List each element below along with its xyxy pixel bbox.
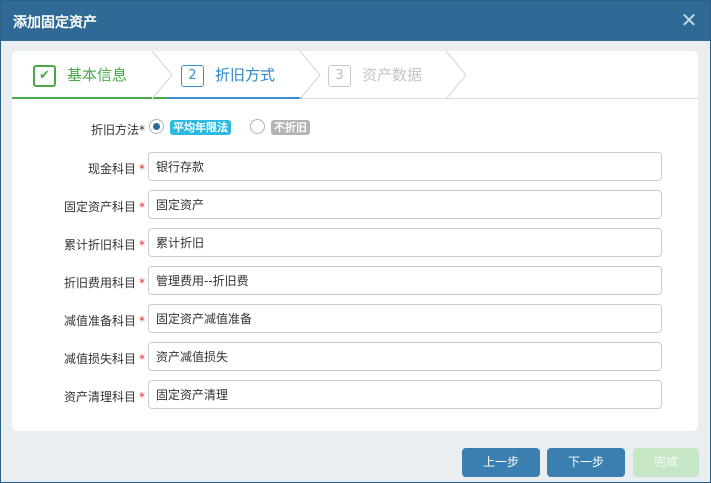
step-label: 基本信息 xyxy=(67,66,128,84)
dialog-footer: 上一步 下一步 完成 xyxy=(1,441,710,483)
field-label: 折旧方法* xyxy=(90,123,145,137)
form-row: 资产清理科目 * xyxy=(12,380,698,410)
finish-button[interactable]: 完成 xyxy=(633,448,699,477)
field-label: 累计折旧科目 * xyxy=(63,238,145,252)
prev-step-button[interactable]: 上一步 xyxy=(462,448,540,477)
step-depreciation[interactable]: 2 折旧方式 xyxy=(167,51,302,99)
dialog-title: 添加固定资产 xyxy=(13,15,97,31)
required-mark: * xyxy=(139,123,145,137)
required-mark: * xyxy=(139,238,145,252)
radio-straight-line[interactable] xyxy=(149,119,164,134)
impairment-loss-input[interactable] xyxy=(148,342,662,371)
form-row: 减值准备科目 * xyxy=(12,304,698,334)
radio-no-depreciation[interactable] xyxy=(250,119,265,134)
wizard-steps: ✔ 基本信息 2 折旧方式 3 资产数据 xyxy=(12,51,698,99)
field-label: 固定资产科目 * xyxy=(63,200,145,214)
required-mark: * xyxy=(139,200,145,214)
step-label: 资产数据 xyxy=(362,66,423,84)
form-row: 折旧费用科目 * xyxy=(12,266,698,296)
form-row: 现金科目 * xyxy=(12,152,698,182)
next-step-button[interactable]: 下一步 xyxy=(547,448,625,477)
form-row: 累计折旧科目 * xyxy=(12,228,698,258)
field-label: 资产清理科目 * xyxy=(63,390,145,404)
depreciation-method-row: 折旧方法* 平均年限法 不折旧 xyxy=(12,117,698,139)
step-label: 折旧方式 xyxy=(215,66,276,84)
accumulated-depreciation-input[interactable] xyxy=(148,228,662,257)
close-icon[interactable]: ✕ xyxy=(678,9,700,31)
field-label: 减值损失科目 * xyxy=(63,352,145,366)
required-mark: * xyxy=(139,276,145,290)
form-row: 固定资产科目 * xyxy=(12,190,698,220)
option-straight-line-label[interactable]: 平均年限法 xyxy=(170,120,231,135)
depreciation-expense-input[interactable] xyxy=(148,266,662,295)
asset-disposal-input[interactable] xyxy=(148,380,662,409)
check-icon: ✔ xyxy=(33,65,56,87)
field-label: 折旧费用科目 * xyxy=(63,276,145,290)
required-mark: * xyxy=(139,314,145,328)
impairment-reserve-input[interactable] xyxy=(148,304,662,333)
option-no-depreciation-label[interactable]: 不折旧 xyxy=(271,120,310,135)
cash-account-input[interactable] xyxy=(148,152,662,181)
step-number: 3 xyxy=(328,65,351,87)
required-mark: * xyxy=(139,162,145,176)
dialog-titlebar: 添加固定资产 ✕ xyxy=(1,1,710,41)
wizard-panel: ✔ 基本信息 2 折旧方式 3 资产数据 折旧方法* 平均年限法 不折旧 现金科… xyxy=(12,51,698,431)
field-label: 减值准备科目 * xyxy=(63,314,145,328)
add-fixed-asset-dialog: 添加固定资产 ✕ ✔ 基本信息 2 折旧方式 3 资产数据 折旧方法* 平均年限… xyxy=(0,0,711,483)
step-number: 2 xyxy=(181,65,204,87)
required-mark: * xyxy=(139,390,145,404)
form-row: 减值损失科目 * xyxy=(12,342,698,372)
fixed-asset-account-input[interactable] xyxy=(148,190,662,219)
field-label: 现金科目 * xyxy=(87,162,145,176)
chevron-right-icon xyxy=(445,51,467,99)
required-mark: * xyxy=(139,352,145,366)
step-basic-info[interactable]: ✔ 基本信息 xyxy=(12,51,172,99)
